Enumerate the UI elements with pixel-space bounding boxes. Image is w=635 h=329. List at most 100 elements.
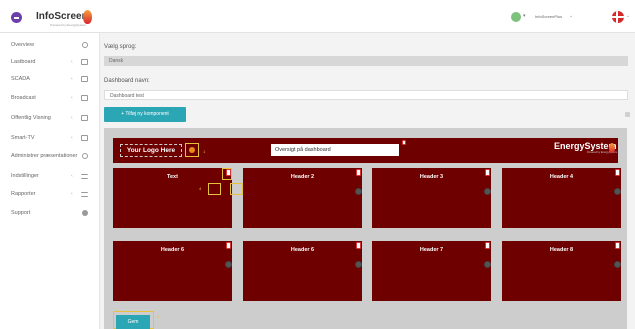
sidebar-item-smart-tv[interactable]: Smart-TV ‹ [0, 132, 100, 144]
sidebar-item-label: Indstillinger [11, 173, 39, 179]
widget-title: Header 8 [549, 247, 574, 253]
annotation-marker: 1 [203, 149, 206, 154]
folder-icon [81, 76, 88, 82]
delete-icon[interactable] [615, 242, 620, 249]
logo-placeholder[interactable]: Your Logo Here [120, 144, 182, 157]
widget-title: Header 6 [160, 247, 185, 253]
gear-icon[interactable] [484, 261, 491, 268]
sidebar-item-label: SCADA [11, 76, 30, 82]
gear-icon[interactable] [355, 188, 362, 195]
help-icon [82, 210, 88, 216]
brand-logo[interactable]: InfoScreen [36, 11, 88, 22]
sidebar-item-settings[interactable]: Indstillinger ‹ [0, 170, 100, 182]
folder-icon [81, 59, 88, 65]
language-flag-icon[interactable] [612, 11, 624, 23]
settings-icon [81, 173, 88, 179]
menu-icon[interactable] [11, 12, 22, 23]
flame-icon [83, 10, 92, 24]
widget-header-7[interactable]: Header 7 [372, 241, 491, 301]
sidebar-item-public-display[interactable]: Offentlig Visning ‹ [0, 112, 100, 124]
delete-icon[interactable] [485, 169, 490, 176]
monitor-icon [81, 115, 88, 121]
sidebar-item-label: Support [11, 210, 31, 216]
upload-logo-icon[interactable] [185, 143, 199, 157]
dashboard-name-field[interactable]: Dashboard test [104, 90, 628, 100]
sidebar-item-label: Broadcast [11, 95, 36, 101]
sidebar-item-label: Rapporter [11, 191, 36, 197]
resize-box[interactable] [208, 183, 221, 195]
widget-header-4[interactable]: Header 4 [502, 168, 621, 228]
sidebar-item-label: Overview [11, 42, 34, 48]
widget-header-2[interactable]: Header 2 [243, 168, 362, 228]
widget-title: Header 7 [419, 247, 444, 253]
top-bar: InfoScreen Powered by EnergySystem ▾ Inf… [0, 0, 635, 33]
settings-icon[interactable] [625, 112, 630, 117]
monitor-icon [81, 95, 88, 101]
sidebar-item-manage-presentations[interactable]: Administrer præsentationer ‹ [0, 150, 100, 162]
language-select[interactable]: Dansk [104, 56, 628, 66]
energysystem-logo: EnergySystem [554, 141, 617, 151]
add-component-button[interactable]: + Tilføj ny komponent [104, 107, 186, 122]
delete-icon[interactable] [485, 242, 490, 249]
widget-title: Header 6 [290, 247, 315, 253]
language-label: Vælg sprog: [104, 44, 137, 50]
widget-header-6b[interactable]: Header 6 [243, 241, 362, 301]
widget-header-6a[interactable]: Header 6 [113, 241, 232, 301]
sidebar-item-label: Smart-TV [11, 135, 35, 141]
chevron-left-icon: ‹ [71, 153, 73, 159]
main-content: Vælg sprog: Dansk Dashboard navn: Dashbo… [100, 33, 635, 329]
sidebar-item-overview[interactable]: Overview [0, 39, 100, 51]
gear-icon[interactable] [484, 188, 491, 195]
widget-header-8[interactable]: Header 8 [502, 241, 621, 301]
dashboard-header: Your Logo Here 1 Oversigt på dashboard E… [113, 138, 618, 163]
sidebar-item-label: Offentlig Visning [11, 115, 51, 121]
chevron-left-icon: ‹ [71, 76, 73, 82]
delete-icon[interactable] [226, 169, 231, 176]
widget-title: Header 4 [549, 174, 574, 180]
presentation-icon [82, 153, 88, 159]
sidebar-item-lastboard[interactable]: Lastboard ‹ [0, 56, 100, 68]
sidebar: Overview Lastboard ‹ SCADA ‹ Broadcast ‹… [0, 33, 100, 329]
chevron-left-icon: ‹ [71, 135, 73, 141]
delete-icon[interactable] [402, 140, 406, 145]
chevron-down-icon[interactable]: ⌄ [569, 13, 573, 19]
delete-icon[interactable] [615, 169, 620, 176]
chevron-left-icon: ‹ [71, 95, 73, 101]
sidebar-item-broadcast[interactable]: Broadcast ‹ [0, 92, 100, 104]
widget-title: Header 2 [290, 174, 315, 180]
gear-icon[interactable] [355, 261, 362, 268]
sidebar-item-label: Lastboard [11, 59, 36, 65]
sidebar-item-reports[interactable]: Rapporter ‹ [0, 188, 100, 200]
annotation-marker: 5 [157, 314, 160, 319]
settings-box[interactable] [230, 183, 243, 195]
chevron-left-icon: ‹ [71, 115, 73, 121]
widget-text[interactable]: Text 4 3 [113, 168, 250, 228]
gear-icon[interactable] [225, 261, 232, 268]
widget-header-3[interactable]: Header 3 [372, 168, 491, 228]
delete-icon[interactable] [356, 169, 361, 176]
widget-title: Header 3 [419, 174, 444, 180]
chevron-left-icon: ‹ [71, 191, 73, 197]
tv-icon [81, 135, 88, 141]
chevron-down-icon[interactable]: ⌄ [626, 13, 630, 19]
avatar[interactable] [511, 12, 521, 22]
gear-icon[interactable] [614, 188, 621, 195]
user-name[interactable]: InfoScreenPlus [535, 14, 562, 19]
widget-title: Text [167, 174, 178, 180]
save-button[interactable]: Gem [116, 315, 150, 329]
dashboard-icon [82, 42, 88, 48]
dashboard-title-input[interactable]: Oversigt på dashboard [271, 144, 399, 156]
brand-tagline: Powered by EnergySystem [50, 23, 87, 27]
list-icon [81, 191, 88, 197]
chevron-left-icon: ‹ [71, 59, 73, 65]
dashboard-name-label: Dashboard navn: [104, 78, 150, 84]
delete-icon[interactable] [226, 242, 231, 249]
chevron-left-icon: ‹ [71, 173, 73, 179]
dashboard-preview: Your Logo Here 1 Oversigt på dashboard E… [104, 128, 627, 329]
sidebar-item-support[interactable]: Support [0, 207, 100, 219]
sidebar-item-label: Administrer præsentationer [11, 153, 78, 159]
gear-icon[interactable] [614, 261, 621, 268]
sidebar-item-scada[interactable]: SCADA ‹ [0, 73, 100, 85]
annotation-marker: 4 [199, 186, 202, 191]
delete-icon[interactable] [356, 242, 361, 249]
